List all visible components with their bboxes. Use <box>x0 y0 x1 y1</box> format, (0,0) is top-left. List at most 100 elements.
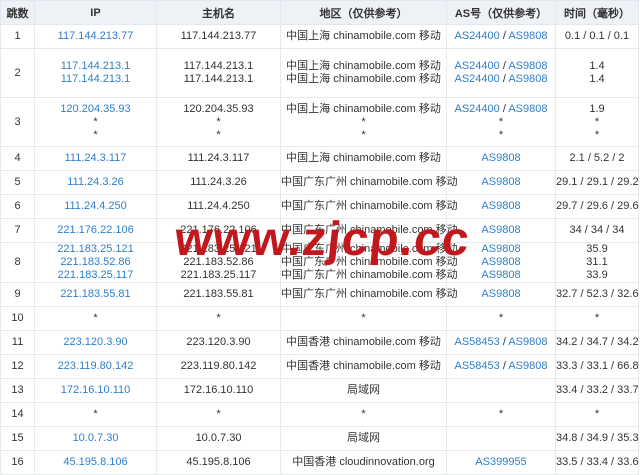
ip-link[interactable]: 117.144.213.1 <box>35 60 156 73</box>
ip-cell: * <box>34 402 157 427</box>
host-cell: 221.176.22.106 <box>156 218 281 243</box>
ip-link[interactable]: 111.24.4.250 <box>35 200 156 213</box>
ip-link[interactable]: 111.24.3.26 <box>35 176 156 189</box>
as-link[interactable]: AS9808 <box>481 288 520 300</box>
as-link[interactable]: AS9808 <box>481 200 520 212</box>
region-text: 中国香港 chinamobile.com 移动 <box>286 336 441 348</box>
as-line <box>447 432 555 445</box>
ip-link[interactable]: 223.119.80.142 <box>35 360 156 373</box>
time-cell: 1.4 1.4 <box>555 48 639 98</box>
as-text: * <box>498 312 504 324</box>
ip-link[interactable]: 117.144.213.1 <box>35 73 156 86</box>
ip-link[interactable]: 221.183.25.117 <box>35 269 156 282</box>
region-text: * <box>361 128 366 141</box>
time-text: 1.9 <box>589 102 605 115</box>
ip-link[interactable]: 172.16.10.110 <box>35 384 156 397</box>
table-row: 6 111.24.4.250 111.24.4.250 中国广东广州 chinamob… <box>0 194 639 219</box>
as-link[interactable]: AS9808 <box>481 176 520 188</box>
table-header-row: 跳数 IP 主机名 地区（仅供参考） AS号（仅供参考） 时间（毫秒） <box>0 0 639 25</box>
as-line: AS9808 <box>447 269 555 282</box>
host-cell: 111.24.3.117 <box>156 146 281 171</box>
ip-link[interactable]: 221.176.22.106 <box>35 224 156 237</box>
as-link[interactable]: AS9808 <box>481 224 520 236</box>
hop-cell: 8 <box>0 242 35 283</box>
as-text: * <box>498 115 504 128</box>
region-cell: 中国香港 cloudinnovation.org <box>280 450 447 475</box>
host-text: 117.144.213.1 <box>183 60 254 72</box>
region-cell: 局域网 <box>280 378 447 403</box>
as-line: AS9808 <box>447 200 555 213</box>
hop-cell: 7 <box>0 218 35 243</box>
region-cell: 中国上海 chinamobile.com 移动 <box>280 24 447 49</box>
region-text: 中国上海 chinamobile.com 移动 <box>286 73 441 85</box>
as-link[interactable]: AS24400 <box>455 60 500 72</box>
as-link[interactable]: AS9808 <box>481 243 520 255</box>
table-row: 3 120.204.35.93 * * 120.204.35.93 * * 中国上海 chin… <box>0 97 639 147</box>
host-cell: 221.183.55.81 <box>156 282 281 307</box>
as-link[interactable]: AS9808 <box>508 336 547 348</box>
hop-cell: 1 <box>0 24 35 49</box>
host-text: 111.24.3.117 <box>187 152 250 164</box>
ip-link[interactable]: 120.204.35.93 <box>35 103 156 116</box>
as-link[interactable]: AS9808 <box>481 152 520 164</box>
as-link[interactable]: AS9808 <box>481 256 520 268</box>
ip-link[interactable]: 45.195.8.106 <box>35 456 156 469</box>
ip-link[interactable]: 117.144.213.77 <box>35 30 156 43</box>
traceroute-table: 跳数 IP 主机名 地区（仅供参考） AS号（仅供参考） 时间（毫秒） 1 117… <box>0 0 639 475</box>
region-cell: 中国上海 chinamobile.com 移动 <box>280 146 447 171</box>
hop-cell: 16 <box>0 450 35 475</box>
region-text: 局域网 <box>347 384 380 396</box>
as-link[interactable]: AS399955 <box>475 456 526 468</box>
host-cell: 45.195.8.106 <box>156 450 281 475</box>
region-text: 中国上海 chinamobile.com 移动 <box>286 30 441 42</box>
ip-link[interactable]: 221.183.52.86 <box>35 256 156 269</box>
as-cell: * <box>446 306 556 331</box>
time-text: 29.7 / 29.6 / 29.6 <box>556 200 639 212</box>
time-text: * <box>594 312 600 324</box>
as-link[interactable]: AS24400 <box>455 103 500 115</box>
as-link[interactable]: AS9808 <box>508 73 547 85</box>
header-as: AS号（仅供参考） <box>446 0 556 25</box>
time-cell: 35.9 31.1 33.9 <box>555 242 639 283</box>
region-text: 中国香港 chinamobile.com 移动 <box>286 360 441 372</box>
host-text: 111.24.4.250 <box>187 200 250 212</box>
host-text: 221.176.22.106 <box>180 224 257 236</box>
ip-cell: 117.144.213.77 <box>34 24 157 49</box>
as-link[interactable]: AS24400 <box>455 73 500 85</box>
hop-cell: 14 <box>0 402 35 427</box>
time-text: 33.9 <box>586 269 608 281</box>
as-link[interactable]: AS9808 <box>508 60 547 72</box>
region-cell: 中国广东广州 chinamobile.com 移动 <box>280 194 458 219</box>
as-link[interactable]: AS58453 <box>455 336 500 348</box>
region-cell: 中国上海 chinamobile.com 移动 * * <box>280 97 447 147</box>
host-text: * <box>216 408 221 420</box>
table-row: 4 111.24.3.117 111.24.3.117 中国上海 chinamobil… <box>0 146 639 171</box>
ip-link[interactable]: 111.24.3.117 <box>35 152 156 165</box>
host-cell: 117.144.213.1 117.144.213.1 <box>156 48 281 98</box>
time-text: 33.5 / 33.4 / 33.6 <box>556 456 639 468</box>
table-row: 7 221.176.22.106 221.176.22.106 中国广东广州 chin… <box>0 218 639 243</box>
host-text: 117.144.213.77 <box>180 30 257 42</box>
region-cell: 中国广东广州 chinamobile.com 移动 <box>280 218 458 243</box>
as-cell: AS399955 <box>446 450 556 475</box>
ip-link[interactable]: 10.0.7.30 <box>35 432 156 445</box>
as-link[interactable]: AS24400 <box>455 30 500 42</box>
as-link[interactable]: AS9808 <box>508 30 547 42</box>
ip-cell: 120.204.35.93 * * <box>34 97 157 147</box>
region-cell: 局域网 <box>280 426 447 451</box>
as-link[interactable]: AS9808 <box>508 103 547 115</box>
table-row: 1 117.144.213.77 117.144.213.77 中国上海 chinam… <box>0 24 639 49</box>
as-link[interactable]: AS58453 <box>455 360 500 372</box>
region-cell: * <box>280 402 447 427</box>
ip-link[interactable]: 221.183.55.81 <box>35 288 156 301</box>
as-link[interactable]: AS9808 <box>481 269 520 281</box>
ip-link[interactable]: 221.183.25.121 <box>35 243 156 256</box>
as-cell: AS9808 <box>446 218 556 243</box>
time-cell: 1.9 * * <box>555 97 639 147</box>
host-text: 10.0.7.30 <box>195 432 242 444</box>
as-link[interactable]: AS9808 <box>508 360 547 372</box>
ip-cell: 223.119.80.142 <box>34 354 157 379</box>
ip-link[interactable]: 223.120.3.90 <box>35 336 156 349</box>
hop-cell: 6 <box>0 194 35 219</box>
host-text: 120.204.35.93 <box>183 102 254 115</box>
